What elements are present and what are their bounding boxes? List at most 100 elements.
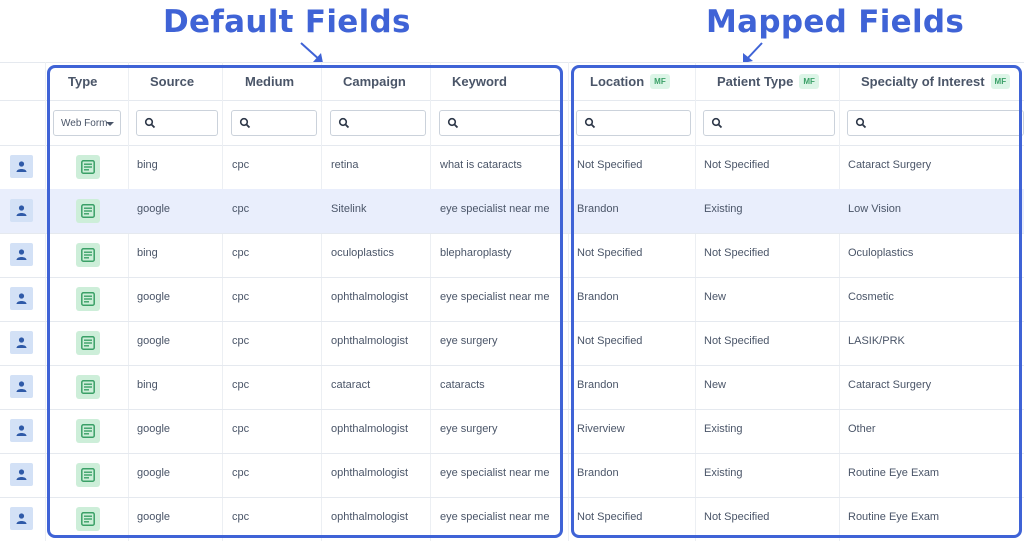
cell-keyword: eye surgery: [440, 423, 498, 435]
cell-patient-type: Existing: [704, 467, 743, 479]
cell-medium: cpc: [232, 467, 250, 479]
column-header-campaign[interactable]: Campaign: [343, 74, 406, 89]
cell-location: Brandon: [577, 291, 619, 303]
column-header-label: Patient Type: [717, 74, 794, 89]
table-row[interactable]: google cpc ophthalmologist eye specialist n…: [0, 277, 1024, 321]
contact-avatar-icon[interactable]: [10, 375, 33, 398]
cell-patient-type: New: [704, 379, 727, 391]
column-header-specialty[interactable]: Specialty of Interest MF: [861, 74, 1011, 90]
search-icon: [855, 117, 867, 129]
web-form-icon: [76, 199, 100, 223]
table-row[interactable]: google cpc ophthalmologist eye surgery River…: [0, 409, 1024, 453]
table-border: [0, 62, 1024, 63]
cell-specialty: Cosmetic: [848, 291, 894, 303]
cell-location: Riverview: [577, 423, 625, 435]
mf-badge: MF: [990, 74, 1011, 90]
table-row[interactable]: google cpc ophthalmologist eye specialist n…: [0, 453, 1024, 497]
cell-keyword: eye specialist near me: [440, 291, 550, 303]
type-filter-dropdown[interactable]: Web Form: [53, 110, 121, 136]
web-form-icon: [76, 287, 100, 311]
cell-campaign: ophthalmologist: [331, 423, 409, 435]
cell-patient-type: Not Specified: [704, 335, 770, 347]
table-row[interactable]: bing cpc retina what is cataracts Not Specif…: [0, 145, 1024, 189]
keyword-filter-input[interactable]: [439, 110, 561, 136]
table-row[interactable]: google cpc ophthalmologist eye specialist n…: [0, 497, 1024, 541]
contact-avatar-icon[interactable]: [10, 419, 33, 442]
cell-source: google: [137, 291, 171, 303]
column-header-location[interactable]: Location MF: [590, 74, 670, 90]
cell-location: Not Specified: [577, 511, 643, 523]
cell-keyword: blepharoplasty: [440, 247, 512, 259]
cell-source: google: [137, 203, 171, 215]
contact-avatar-icon[interactable]: [10, 331, 33, 354]
specialty-filter-input[interactable]: [847, 110, 1024, 136]
cell-campaign: cataract: [331, 379, 371, 391]
default-fields-annotation: Default Fields: [163, 4, 411, 40]
web-form-icon: [76, 331, 100, 355]
column-header-keyword[interactable]: Keyword: [452, 74, 507, 89]
cell-location: Brandon: [577, 467, 619, 479]
column-header-label: Specialty of Interest: [861, 74, 985, 89]
search-icon: [584, 117, 596, 129]
cell-specialty: Other: [848, 423, 876, 435]
search-icon: [338, 117, 350, 129]
column-header-type[interactable]: Type: [68, 74, 97, 89]
contact-avatar-icon[interactable]: [10, 287, 33, 310]
cell-keyword: eye specialist near me: [440, 203, 550, 215]
cell-source: google: [137, 511, 171, 523]
cell-specialty: Routine Eye Exam: [848, 467, 940, 479]
cell-location: Not Specified: [577, 247, 643, 259]
cell-source: google: [137, 467, 171, 479]
cell-campaign: Sitelink: [331, 203, 367, 215]
cell-campaign: retina: [331, 159, 359, 171]
column-header-patient-type[interactable]: Patient Type MF: [717, 74, 819, 90]
search-icon: [711, 117, 723, 129]
campaign-filter-input[interactable]: [330, 110, 426, 136]
column-header-medium[interactable]: Medium: [245, 74, 294, 89]
search-icon: [447, 117, 459, 129]
cell-specialty: Cataract Surgery: [848, 159, 932, 171]
cell-campaign: ophthalmologist: [331, 335, 409, 347]
cell-campaign: ophthalmologist: [331, 511, 409, 523]
column-header-label: Location: [590, 74, 645, 89]
cell-medium: cpc: [232, 423, 250, 435]
cell-specialty: Low Vision: [848, 203, 901, 215]
web-form-icon: [76, 507, 100, 531]
table-row[interactable]: bing cpc cataract cataracts Brandon New Catara…: [0, 365, 1024, 409]
cell-keyword: what is cataracts: [440, 159, 522, 171]
cell-keyword: eye specialist near me: [440, 511, 550, 523]
contact-avatar-icon[interactable]: [10, 463, 33, 486]
medium-filter-input[interactable]: [231, 110, 317, 136]
patient-type-filter-input[interactable]: [703, 110, 835, 136]
column-header-source[interactable]: Source: [150, 74, 194, 89]
cell-source: bing: [137, 159, 158, 171]
contact-avatar-icon[interactable]: [10, 507, 33, 530]
cell-source: google: [137, 335, 171, 347]
mf-badge: MF: [799, 74, 819, 90]
cell-location: Not Specified: [577, 335, 643, 347]
cell-keyword: eye surgery: [440, 335, 498, 347]
contact-avatar-icon[interactable]: [10, 155, 33, 178]
cell-keyword: cataracts: [440, 379, 485, 391]
web-form-icon: [76, 463, 100, 487]
cell-keyword: eye specialist near me: [440, 467, 550, 479]
cell-patient-type: Not Specified: [704, 159, 770, 171]
contact-avatar-icon[interactable]: [10, 199, 33, 222]
cell-patient-type: Not Specified: [704, 247, 770, 259]
table-row[interactable]: google cpc ophthalmologist eye surgery Not S…: [0, 321, 1024, 365]
table-row[interactable]: bing cpc oculoplastics blepharoplasty Not Sp…: [0, 233, 1024, 277]
cell-medium: cpc: [232, 511, 250, 523]
search-icon: [144, 117, 156, 129]
table-row[interactable]: google cpc Sitelink eye specialist near me B…: [0, 189, 1024, 233]
mf-badge: MF: [650, 74, 670, 90]
cell-location: Brandon: [577, 379, 619, 391]
cell-medium: cpc: [232, 247, 250, 259]
cell-campaign: oculoplastics: [331, 247, 394, 259]
cell-source: bing: [137, 379, 158, 391]
web-form-icon: [76, 243, 100, 267]
location-filter-input[interactable]: [576, 110, 691, 136]
type-filter-value: Web Form: [61, 118, 108, 129]
contact-avatar-icon[interactable]: [10, 243, 33, 266]
source-filter-input[interactable]: [136, 110, 218, 136]
cell-specialty: LASIK/PRK: [848, 335, 905, 347]
